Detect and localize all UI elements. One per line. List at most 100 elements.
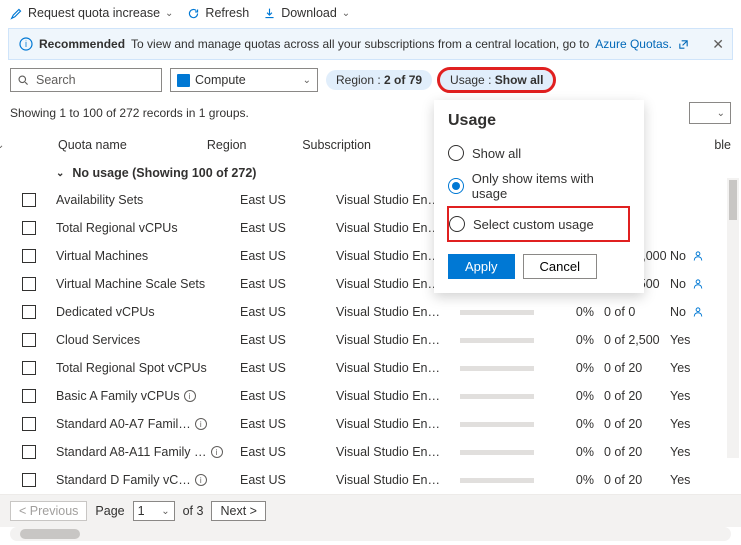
cell-adjustable: Yes — [670, 417, 706, 431]
row-checkbox[interactable] — [22, 389, 36, 403]
cell-region: East US — [240, 361, 336, 375]
apply-button[interactable]: Apply — [448, 254, 515, 279]
table-row: Standard D Family vC…iEast USVisual Stud… — [0, 466, 741, 494]
scroll-thumb[interactable] — [729, 180, 737, 220]
download-button[interactable]: Download ⌄ — [263, 6, 350, 20]
close-info-button[interactable]: ✕ — [712, 36, 724, 53]
cell-region: East US — [240, 277, 336, 291]
row-checkbox[interactable] — [22, 277, 36, 291]
info-icon[interactable]: i — [211, 446, 223, 458]
cell-subscription: Visual Studio En… — [336, 333, 460, 347]
info-icon: i — [19, 37, 33, 51]
region-pill-label: Region : — [336, 73, 384, 87]
toolbar: Request quota increase ⌄ Refresh Downloa… — [0, 0, 741, 26]
chevron-down-icon[interactable]: ⌄ — [0, 140, 4, 151]
cancel-button[interactable]: Cancel — [523, 254, 597, 279]
download-icon — [263, 7, 276, 20]
table-row: Standard A0-A7 Famil…iEast USVisual Stud… — [0, 410, 741, 438]
provider-label: Compute — [195, 73, 246, 87]
group-label: No usage (Showing 100 of 272) — [72, 166, 256, 180]
cell-adjustable: No — [670, 277, 706, 291]
usage-pill-value: Show all — [495, 73, 544, 87]
person-icon — [692, 306, 704, 318]
cell-percent: 0% — [550, 445, 594, 459]
next-page-button[interactable]: Next > — [211, 501, 265, 521]
usage-bar — [460, 394, 550, 399]
page-input[interactable]: 1⌄ — [133, 501, 175, 521]
th-subscription[interactable]: Subscription — [302, 138, 399, 152]
cell-value: 0 of 20 — [594, 473, 670, 487]
refresh-button[interactable]: Refresh — [187, 6, 249, 20]
radio-icon — [449, 216, 465, 232]
radio-label: Only show items with usage — [472, 171, 630, 201]
cell-region: East US — [240, 249, 336, 263]
cell-quota: Standard A0-A7 Famil…i — [56, 417, 240, 431]
radio-only-usage[interactable]: Only show items with usage — [448, 166, 630, 206]
cell-percent: 0% — [550, 333, 594, 347]
row-checkbox[interactable] — [22, 417, 36, 431]
cell-percent: 0% — [550, 389, 594, 403]
cell-quota: Total Regional Spot vCPUs — [56, 361, 240, 375]
th-region[interactable]: Region — [207, 138, 302, 152]
usage-bar — [460, 422, 550, 427]
info-icon[interactable]: i — [195, 418, 207, 430]
usage-filter-pill[interactable]: Usage : Show all — [440, 70, 553, 90]
cell-subscription: Visual Studio En… — [336, 417, 460, 431]
cell-quota: Cloud Services — [56, 333, 240, 347]
row-checkbox[interactable] — [22, 249, 36, 263]
row-checkbox[interactable] — [22, 221, 36, 235]
cell-quota: Availability Sets — [56, 193, 240, 207]
row-checkbox[interactable] — [22, 361, 36, 375]
region-filter-pill[interactable]: Region : 2 of 79 — [326, 70, 432, 90]
prev-page-button[interactable]: < Previous — [10, 501, 87, 521]
row-checkbox[interactable] — [22, 305, 36, 319]
chevron-down-icon: ⌄ — [303, 75, 311, 86]
cell-region: East US — [240, 333, 336, 347]
cell-quota: Standard D Family vC…i — [56, 473, 240, 487]
filters-row: Search Compute ⌄ Region : 2 of 79 Usage … — [0, 68, 741, 100]
radio-label: Show all — [472, 146, 521, 161]
cell-value: 0 of 20 — [594, 445, 670, 459]
th-quota[interactable]: Quota name — [58, 138, 207, 152]
refresh-label: Refresh — [205, 6, 249, 20]
scroll-thumb[interactable] — [20, 529, 80, 539]
vertical-scrollbar[interactable] — [727, 178, 739, 458]
cell-region: East US — [240, 445, 336, 459]
row-checkbox[interactable] — [22, 473, 36, 487]
usage-bar — [460, 310, 550, 315]
azure-quotas-link[interactable]: Azure Quotas. — [595, 37, 672, 51]
view-dropdown[interactable]: ⌄ — [689, 102, 731, 124]
provider-dropdown[interactable]: Compute ⌄ — [170, 68, 318, 92]
horizontal-scrollbar[interactable] — [10, 527, 731, 541]
cell-quota: Virtual Machines — [56, 249, 240, 263]
popover-title: Usage — [448, 112, 630, 130]
page-label: Page — [95, 504, 124, 518]
cell-subscription: Visual Studio En… — [336, 305, 460, 319]
records-summary: Showing 1 to 100 of 272 records in 1 gro… — [10, 106, 249, 120]
chevron-down-icon: ⌄ — [165, 8, 173, 19]
request-quota-label: Request quota increase — [28, 6, 160, 20]
search-input[interactable]: Search — [10, 68, 162, 92]
cell-quota: Dedicated vCPUs — [56, 305, 240, 319]
chevron-down-icon: ⌄ — [56, 168, 64, 179]
cell-percent: 0% — [550, 417, 594, 431]
external-link-icon — [678, 39, 689, 50]
search-placeholder: Search — [36, 73, 76, 87]
download-label: Download — [281, 6, 337, 20]
cell-subscription: Visual Studio En… — [336, 473, 460, 487]
info-icon[interactable]: i — [195, 474, 207, 486]
radio-show-all[interactable]: Show all — [448, 140, 630, 166]
page-of: of 3 — [183, 504, 204, 518]
cell-quota: Total Regional vCPUs — [56, 221, 240, 235]
row-checkbox[interactable] — [22, 445, 36, 459]
info-icon[interactable]: i — [184, 390, 196, 402]
table-row: Dedicated vCPUsEast USVisual Studio En…0… — [0, 298, 741, 326]
row-checkbox[interactable] — [22, 333, 36, 347]
info-title: Recommended — [39, 37, 125, 51]
request-quota-button[interactable]: Request quota increase ⌄ — [10, 6, 173, 20]
cell-subscription: Visual Studio En… — [336, 361, 460, 375]
usage-bar — [460, 366, 550, 371]
usage-pill-label: Usage : — [450, 73, 495, 87]
radio-custom-usage[interactable]: Select custom usage — [449, 211, 623, 237]
row-checkbox[interactable] — [22, 193, 36, 207]
